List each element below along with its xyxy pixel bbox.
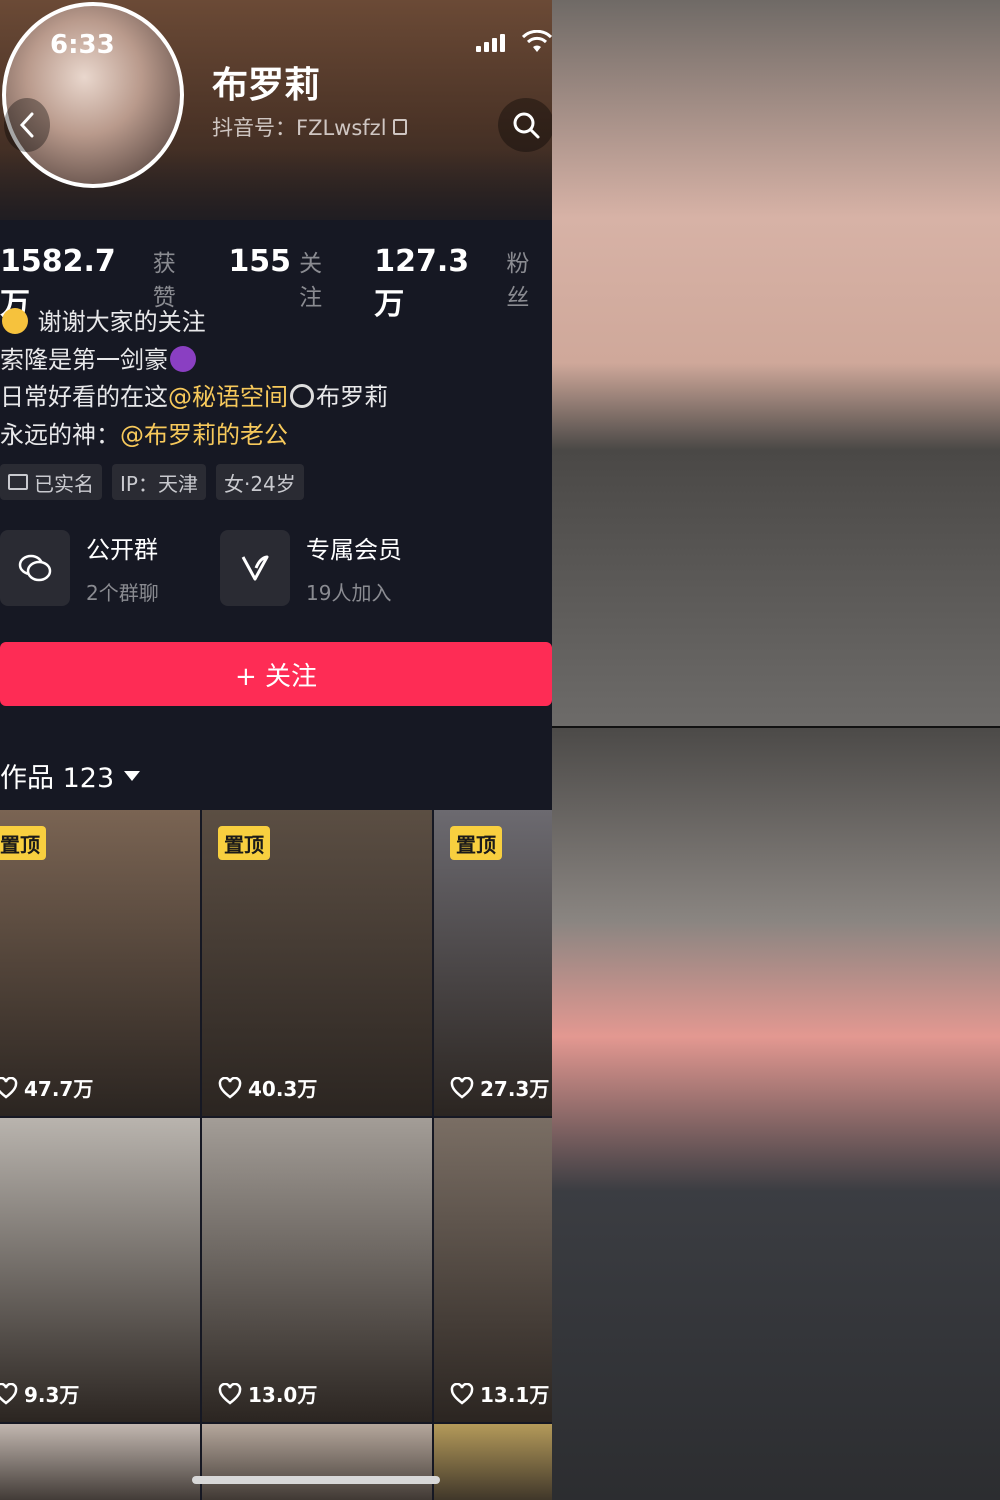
wifi-icon <box>522 30 552 52</box>
mention-link[interactable]: @秘语空间 <box>168 383 288 411</box>
back-button[interactable] <box>4 98 50 152</box>
heart-icon <box>0 1076 18 1099</box>
bio-line: 谢谢大家的关注 <box>0 304 388 342</box>
video-likes: 40.3万 <box>218 1073 317 1102</box>
group-subtitle: 19人加入 <box>306 581 392 605</box>
chat-bubbles-icon <box>0 530 70 606</box>
likes-count: 13.1万 <box>480 1383 550 1407</box>
profile-name: 布罗莉 <box>212 65 321 106</box>
group-entries: 公开群 2个群聊 专属会员 19人加入 <box>0 530 440 606</box>
status-time: 6:33 <box>50 30 115 60</box>
likes-count: 13.0万 <box>248 1383 318 1407</box>
photo-bottom <box>552 728 1000 1500</box>
video-thumbnail[interactable]: 置顶 27.3万 <box>434 810 552 1116</box>
stat-label: 粉丝 <box>506 251 530 311</box>
tag-text: 女·24岁 <box>223 471 296 496</box>
video-thumbnail[interactable]: 9.3万 <box>0 1118 200 1422</box>
video-thumbnail[interactable]: 13.1万 <box>434 1118 552 1422</box>
likes-count: 47.7万 <box>24 1077 94 1101</box>
follow-button[interactable]: + 关注 <box>0 642 552 706</box>
tag-ip: IP：天津 <box>112 464 206 500</box>
mention-link[interactable]: @布罗莉的老公 <box>120 421 288 449</box>
pinned-badge: 置顶 <box>0 826 46 860</box>
signal-icon <box>476 34 505 52</box>
bio-text: 布罗莉 <box>316 383 388 411</box>
stat-number: 155 <box>228 244 292 279</box>
douyin-id-text: 抖音号：FZLwsfzl <box>212 116 387 140</box>
home-indicator <box>192 1476 440 1484</box>
heart-icon <box>450 1076 474 1099</box>
video-likes: 13.0万 <box>218 1379 317 1408</box>
heart-icon <box>218 1076 242 1099</box>
caret-down-icon <box>124 770 141 781</box>
devil-emoji-icon <box>170 345 196 372</box>
group-subtitle: 2个群聊 <box>86 581 159 605</box>
heart-icon <box>218 1382 242 1405</box>
works-label: 作品 123 <box>0 763 115 794</box>
copy-icon[interactable] <box>392 119 407 135</box>
video-likes: 9.3万 <box>0 1379 79 1408</box>
bio-text: 日常好看的在这 <box>0 383 168 411</box>
id-card-icon <box>8 474 28 490</box>
search-icon <box>513 112 540 139</box>
tag-text: IP：天津 <box>120 471 198 496</box>
cat-emoji-icon <box>2 308 28 334</box>
douyin-id[interactable]: 抖音号：FZLwsfzl <box>212 112 407 142</box>
tag-gender-age: 女·24岁 <box>215 464 304 500</box>
bio-text: 谢谢大家的关注 <box>37 308 206 336</box>
works-tab[interactable]: 作品 123 <box>0 756 141 795</box>
search-button[interactable] <box>498 98 552 152</box>
stat-label: 关注 <box>299 251 323 311</box>
chevron-left-icon <box>19 112 34 138</box>
video-thumbnail[interactable] <box>202 1424 432 1500</box>
bio-line: 索隆是第一剑豪 <box>0 342 388 380</box>
pinned-badge: 置顶 <box>450 826 502 860</box>
video-thumbnail[interactable] <box>434 1424 552 1500</box>
group-title: 公开群 <box>86 536 158 564</box>
likes-count: 27.3万 <box>480 1077 550 1101</box>
stat-label: 获赞 <box>152 251 176 311</box>
tag-text: 已实名 <box>34 471 94 496</box>
magnifier-icon <box>290 384 314 408</box>
video-thumbnail[interactable]: 13.0万 <box>202 1118 432 1422</box>
stat-following[interactable]: 155 关注 <box>228 244 344 312</box>
video-likes: 13.1万 <box>450 1379 549 1408</box>
pinned-badge: 置顶 <box>218 826 270 860</box>
heart-icon <box>450 1382 474 1405</box>
bio-text: 永远的神： <box>0 420 120 449</box>
stat-number: 127.3万 <box>374 244 470 322</box>
profile-bio: 谢谢大家的关注 索隆是第一剑豪 日常好看的在这@秘语空间 布罗莉 永远的神：@布罗… <box>0 304 388 454</box>
tag-verified: 已实名 <box>0 464 102 500</box>
bio-line: 日常好看的在这@秘语空间 布罗莉 <box>0 379 388 417</box>
group-public-chat[interactable]: 公开群 2个群聊 <box>0 530 220 606</box>
group-vip-member[interactable]: 专属会员 19人加入 <box>220 530 440 606</box>
video-likes: 27.3万 <box>450 1073 549 1102</box>
profile-tags: 已实名 IP：天津 女·24岁 <box>0 464 304 500</box>
video-thumbnail[interactable] <box>0 1424 200 1500</box>
likes-count: 40.3万 <box>248 1077 318 1101</box>
photo-top <box>552 0 1000 726</box>
stat-followers[interactable]: 127.3万 粉丝 <box>374 244 552 323</box>
likes-count: 9.3万 <box>24 1383 80 1407</box>
vip-v-icon <box>220 530 290 606</box>
bio-line: 永远的神：@布罗莉的老公 <box>0 417 388 455</box>
video-thumbnail[interactable]: 置顶 47.7万 <box>0 810 200 1116</box>
video-likes: 47.7万 <box>0 1073 93 1102</box>
bio-text: 索隆是第一剑豪 <box>0 345 168 374</box>
video-thumbnail[interactable]: 置顶 40.3万 <box>202 810 432 1116</box>
heart-icon <box>0 1382 18 1405</box>
profile-screen: 6:33 布罗莉 抖音号：FZLwsfzl 1582.7万 获赞 155 关注 <box>0 0 552 1500</box>
group-title: 专属会员 <box>306 536 402 564</box>
